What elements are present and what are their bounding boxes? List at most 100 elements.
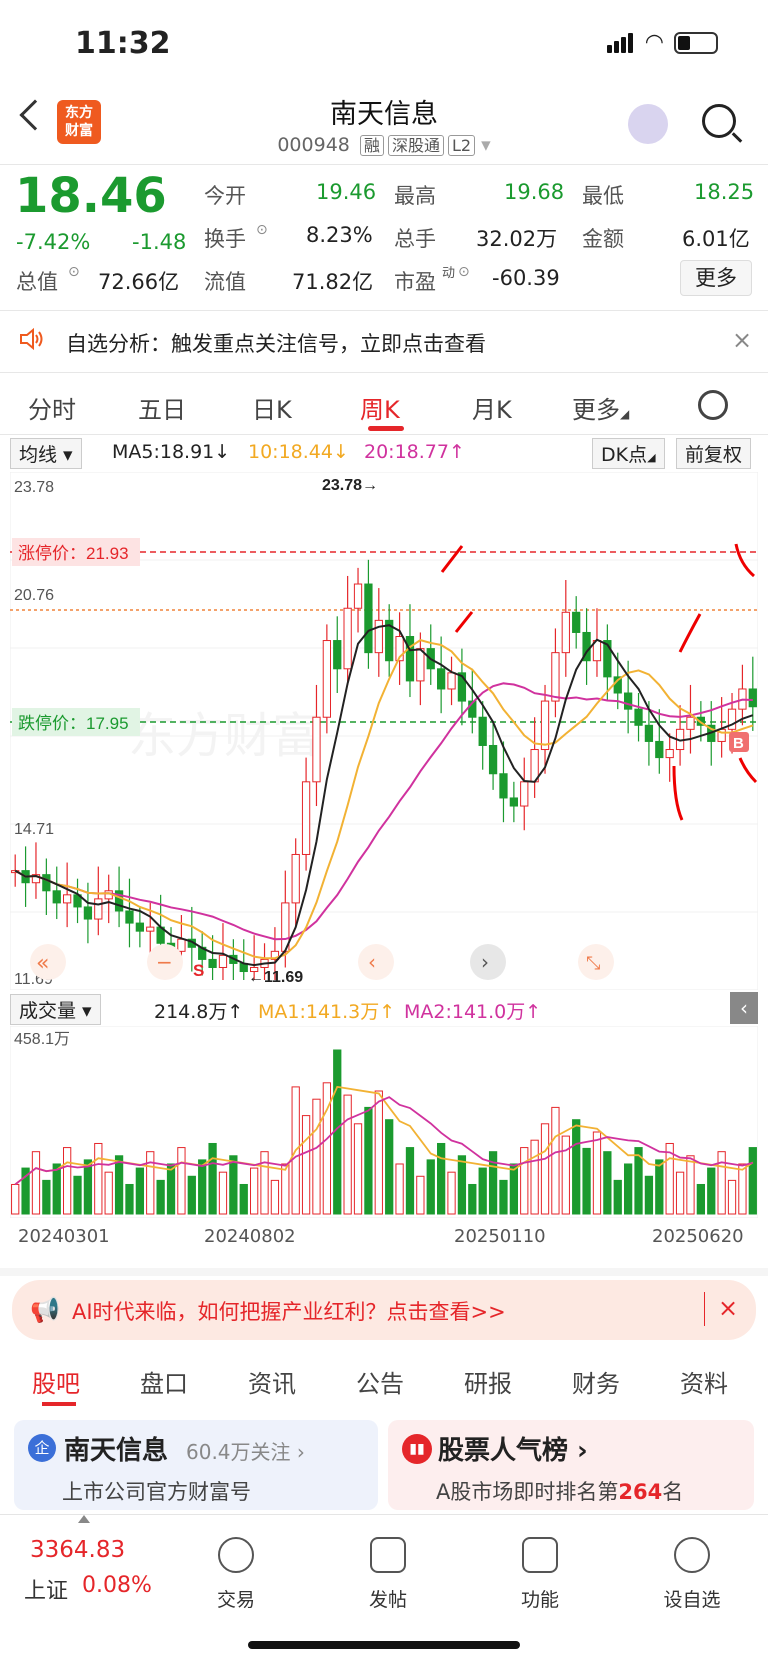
megaphone-icon: 📢 (30, 1296, 60, 1324)
ranking-icon: ▮▮ (402, 1434, 432, 1464)
volume-bar (738, 1163, 747, 1215)
chevron-down-icon[interactable]: ▾ (481, 134, 491, 156)
company-card[interactable]: 企 南天信息 60.4万关注 › 上市公司官方财富号 (14, 1420, 378, 1510)
apps-icon[interactable] (522, 1537, 558, 1573)
add-watchlist-icon[interactable] (674, 1537, 710, 1573)
tab-research[interactable]: 研报 (464, 1364, 512, 1399)
candle-body (333, 640, 342, 670)
volume-bar (250, 1167, 259, 1215)
volume-bar (312, 1098, 321, 1215)
close-notice-icon[interactable]: × (732, 326, 752, 354)
limit-down-label: 跌停价：17.95 (18, 714, 129, 733)
volume-bar (94, 1142, 103, 1215)
candle-body (364, 583, 373, 654)
ai-promo-banner[interactable]: 📢 AI时代来临，如何把握产业红利？点击查看>> × (12, 1280, 756, 1340)
candlestick-chart[interactable]: 东方财富 涨停价：21.93 跌停价：17.95 23.78 20.76 14.… (10, 472, 758, 990)
volume-bar (146, 1151, 155, 1215)
post-icon[interactable] (370, 1537, 406, 1573)
volume-bar (686, 1155, 695, 1215)
tab-five-day[interactable]: 五日 (138, 390, 186, 425)
volume-bar (83, 1159, 93, 1215)
info-tabs: 股吧 盘口 资讯 公告 研报 财务 资料 (0, 1350, 768, 1410)
nav-add-watchlist[interactable]: 设自选 (652, 1585, 732, 1612)
tab-pankou[interactable]: 盘口 (140, 1364, 188, 1399)
high-value: 19.68 (504, 180, 565, 204)
amount-label: 金额 (582, 227, 624, 251)
analysis-notice[interactable]: 自选分析：触发重点关注信号，立即点击查看 (0, 312, 768, 370)
tab-guba[interactable]: 股吧 (32, 1364, 80, 1399)
collapse-panel-icon[interactable]: ‹ (730, 992, 758, 1024)
nav-trade[interactable]: 交易 (196, 1585, 276, 1612)
tab-weekly-k[interactable]: 周K (360, 390, 400, 425)
volume-bar (135, 1167, 144, 1215)
volume-bar (395, 1163, 404, 1215)
info-icon[interactable]: ⊙ (256, 222, 268, 238)
float-label: 流值 (204, 270, 246, 294)
date-label-2: 20240802 (204, 1226, 296, 1247)
popularity-card[interactable]: ▮▮ 股票人气榜 › A股市场即时排名第264名 (388, 1420, 754, 1510)
more-button[interactable]: 更多 (680, 260, 752, 296)
volume-bar (198, 1159, 207, 1215)
chart-tabs: 分时 五日 日K 周K 月K 更多◢ (0, 372, 768, 434)
nav-functions[interactable]: 功能 (500, 1585, 580, 1612)
volume-bar (31, 1151, 41, 1215)
candle-body (686, 716, 695, 730)
tab-more[interactable]: 更多◢ (572, 390, 629, 425)
candle-body (177, 938, 186, 952)
volume-bar (260, 1151, 269, 1215)
index-name: 上证 (24, 1579, 69, 1604)
divider (0, 310, 768, 311)
candle-body (353, 583, 363, 609)
volume-bar (166, 1163, 176, 1215)
tab-monthly-k[interactable]: 月K (472, 390, 512, 425)
volume-bar (385, 1119, 394, 1215)
turnover-value: 8.23% (306, 223, 373, 247)
tab-news[interactable]: 资讯 (248, 1364, 296, 1399)
volume-bar (509, 1163, 518, 1215)
pe-label: 市盈 (394, 270, 436, 294)
divider (0, 164, 768, 165)
tab-finance[interactable]: 财务 (572, 1364, 620, 1399)
candle-body (125, 910, 134, 924)
robot-assistant-icon[interactable] (628, 104, 668, 144)
adjust-selector[interactable]: 前复权 (676, 438, 752, 469)
info-icon[interactable]: ⊙ (458, 264, 470, 280)
dk-point-selector[interactable]: DK点◢ (592, 438, 665, 469)
volume-bar (675, 1171, 685, 1215)
status-time: 11:32 (75, 26, 171, 61)
gear-icon[interactable] (698, 390, 728, 420)
status-icons: ◠ (606, 30, 718, 55)
tab-daily-k[interactable]: 日K (252, 390, 292, 425)
tab-profile[interactable]: 资料 (680, 1364, 728, 1399)
ma-selector[interactable]: 均线 ▾ (10, 438, 82, 469)
volume-bar (270, 1179, 280, 1215)
nav-post[interactable]: 发帖 (348, 1585, 428, 1612)
search-icon[interactable] (702, 104, 736, 138)
index-value[interactable]: 3364.83 (30, 1537, 125, 1563)
sell-marker: S (193, 961, 204, 980)
chevron-left-icon[interactable]: ‹ (368, 950, 376, 974)
candle-body (551, 652, 560, 702)
rewind-icon[interactable]: « (36, 951, 49, 976)
volume-bar (644, 1175, 654, 1215)
open-label: 今开 (204, 184, 246, 208)
volume-bar (624, 1163, 633, 1215)
volume-bar (239, 1183, 248, 1215)
info-icon[interactable]: ⊙ (68, 264, 80, 280)
tab-announcements[interactable]: 公告 (356, 1364, 404, 1399)
volume-selector[interactable]: 成交量 ▾ (10, 994, 101, 1025)
low-value: 18.25 (694, 180, 755, 204)
trade-icon[interactable] (218, 1537, 254, 1573)
tab-intraday[interactable]: 分时 (28, 390, 76, 425)
candle-body (634, 708, 643, 726)
close-banner-icon[interactable]: × (718, 1294, 738, 1322)
turnover-label: 换手 (204, 227, 246, 251)
volume-chart[interactable]: 458.1万 (10, 1026, 758, 1218)
expand-icon[interactable]: ⤡ (586, 953, 600, 974)
volume-bar (530, 1139, 539, 1215)
zoom-out-icon[interactable]: − (156, 950, 173, 974)
change-amount: -1.48 (132, 230, 187, 254)
chevron-right-icon[interactable]: › (481, 950, 489, 974)
candle-body (52, 890, 61, 904)
company-card-sub: 上市公司官方财富号 (62, 1480, 251, 1504)
